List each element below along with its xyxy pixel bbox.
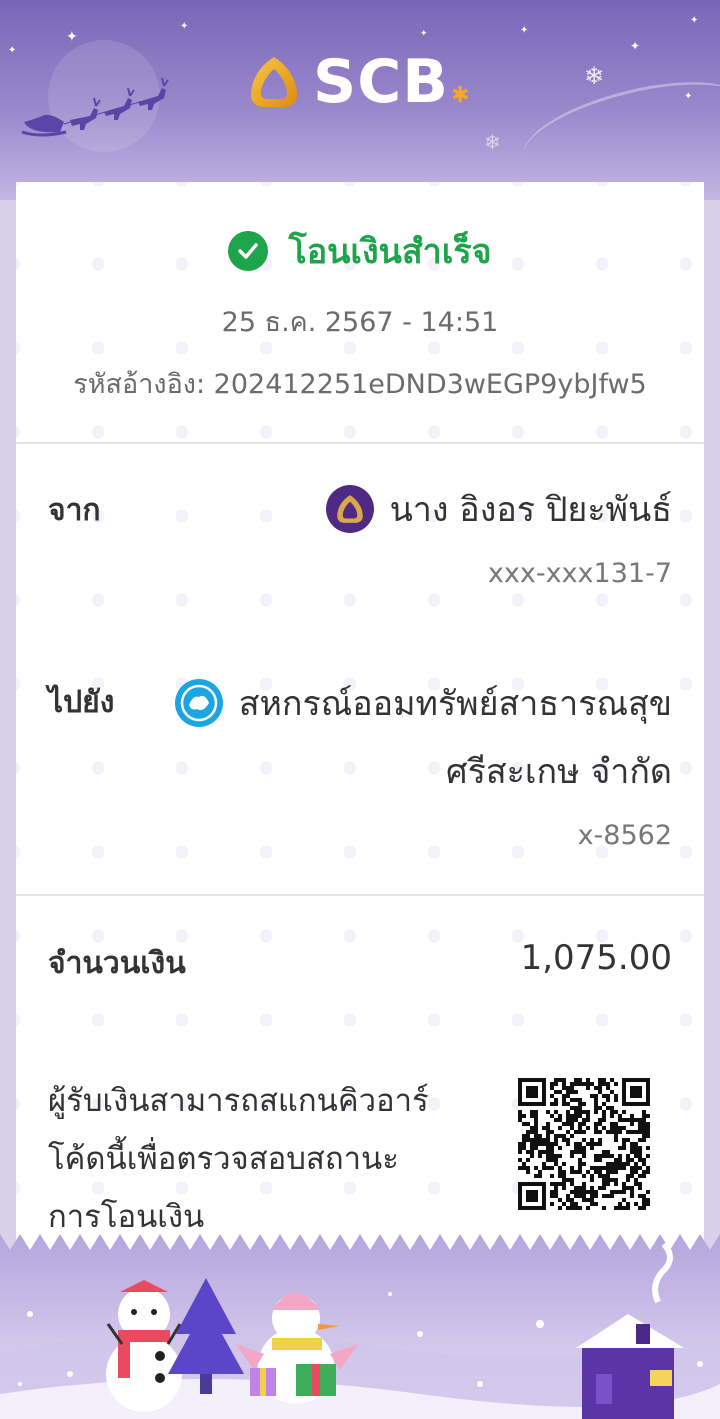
krungthai-bank-icon [174, 679, 223, 727]
from-name: นาง อิงอร ปิยะพันธ์ [389, 490, 672, 530]
status-text: โอนเงินสำเร็จ [288, 232, 492, 272]
star-icon: ✦ [684, 91, 693, 102]
header-banner: ✦ ✦ ✦ ✦ ✦ ✦ ✦ ✦ ❄ ❄ SCB ✱ [0, 0, 720, 200]
star-icon: ✦ [8, 45, 17, 56]
transaction-datetime: 25 ธ.ค. 2567 - 14:51 [221, 307, 499, 338]
from-account-block: นาง อิงอร ปิยะพันธ์ xxx-xxx131-7 [325, 482, 672, 589]
star-icon: ✦ [420, 29, 428, 39]
qr-instruction-line1: ผู้รับเงินสามารถสแกนคิวอาร์ [48, 1083, 429, 1119]
snowflake-icon: ❄ [584, 62, 605, 90]
verification-qr-code[interactable] [518, 1078, 650, 1210]
star-icon: ✦ [690, 15, 699, 26]
star-icon: ✦ [180, 21, 189, 32]
footer-decoration [0, 1234, 720, 1419]
divider [16, 894, 704, 896]
qr-instruction: ผู้รับเงินสามารถสแกนคิวอาร์ โค้ดนี้เพื่อ… [48, 1072, 468, 1246]
to-account-number: x-8562 [577, 820, 672, 851]
swoosh-decoration [513, 63, 720, 197]
snowflake-icon: ❄ [484, 130, 501, 154]
to-account-block: สหกรณ์ออมทรัพย์สาธารณสุข ศรีสะเกษ จำกัด … [174, 676, 672, 851]
reference-code: รหัสอ้างอิง: 202412251eDND3wEGP9ybJfw5 [73, 369, 647, 400]
sparkle-icon: ✱ [450, 82, 470, 108]
star-icon: ✦ [520, 25, 529, 36]
to-name-line2: ศรีสะเกษ จำกัด [446, 752, 672, 792]
transfer-receipt-card: โอนเงินสำเร็จ 25 ธ.ค. 2567 - 14:51 รหัสอ… [16, 182, 704, 1262]
from-account-number: xxx-xxx131-7 [487, 558, 672, 589]
to-name-line1: สหกรณ์ออมทรัพย์สาธารณสุข [238, 684, 672, 724]
scb-logo-icon [251, 57, 297, 107]
brand-name: SCB [313, 47, 449, 117]
winter-scene-illustration [0, 1234, 720, 1419]
from-label: จาก [48, 493, 101, 528]
star-icon: ✦ [630, 39, 641, 53]
reindeer-sleigh-icon [21, 77, 169, 137]
amount-value: 1,075.00 [520, 938, 672, 978]
scb-logo: SCB ✱ [247, 47, 470, 117]
to-label: ไปยัง [48, 685, 115, 720]
star-icon: ✦ [66, 29, 78, 45]
divider [16, 442, 704, 444]
amount-label: จำนวนเงิน [48, 946, 186, 981]
check-circle-icon [228, 231, 269, 271]
qr-instruction-line2: โค้ดนี้เพื่อตรวจสอบสถานะ [48, 1141, 399, 1177]
scb-bank-icon [325, 485, 374, 533]
transfer-status: โอนเงินสำเร็จ [16, 224, 704, 278]
